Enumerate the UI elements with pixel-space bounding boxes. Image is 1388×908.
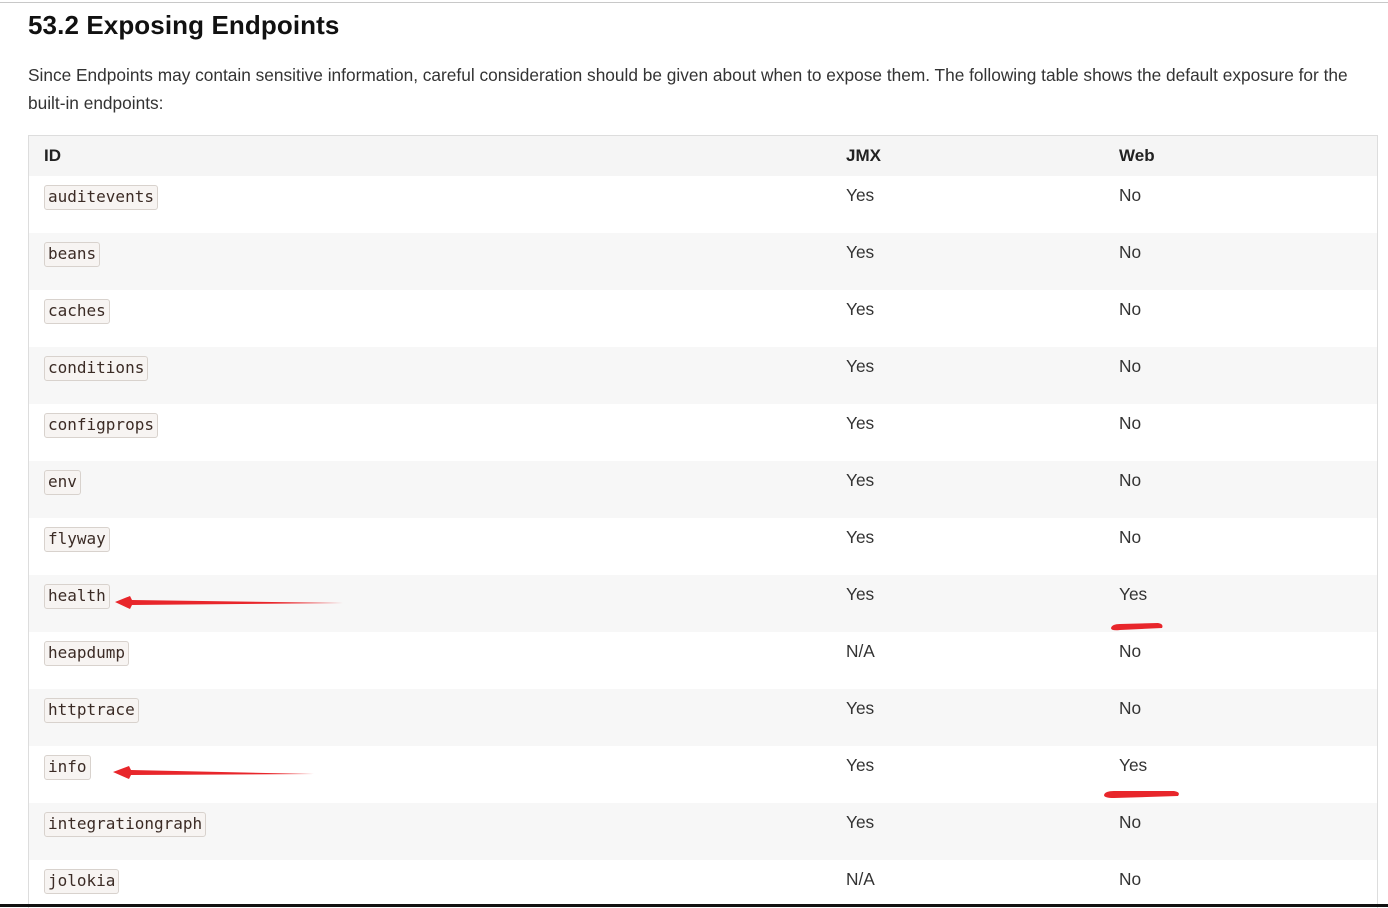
web-value: No	[1119, 869, 1142, 889]
endpoint-id: info	[44, 755, 91, 780]
jmx-value: Yes	[846, 698, 875, 718]
section-title: 53.2 Exposing Endpoints	[28, 10, 340, 40]
table-row: heapdump N/A No	[29, 632, 1377, 689]
jmx-value: N/A	[846, 869, 875, 889]
web-value: No	[1119, 527, 1142, 547]
header-jmx: JMX	[846, 146, 881, 165]
endpoints-table: ID JMX Web auditevents Yes No beans Yes …	[29, 136, 1377, 908]
web-value: No	[1119, 299, 1142, 319]
table-row: caches Yes No	[29, 290, 1377, 347]
jmx-value: N/A	[846, 641, 875, 661]
endpoint-id: httptrace	[44, 698, 139, 723]
endpoint-id: integrationgraph	[44, 812, 207, 837]
web-value: Yes	[1119, 584, 1148, 604]
table-row: conditions Yes No	[29, 347, 1377, 404]
endpoint-id: heapdump	[44, 641, 130, 666]
jmx-value: Yes	[846, 584, 875, 604]
endpoint-id: health	[44, 584, 110, 609]
table-row: beans Yes No	[29, 233, 1377, 290]
web-value: No	[1119, 356, 1142, 376]
jmx-value: Yes	[846, 755, 875, 775]
web-value: No	[1119, 698, 1142, 718]
web-value: Yes	[1119, 755, 1148, 775]
top-divider	[0, 2, 1388, 3]
jmx-value: Yes	[846, 242, 875, 262]
endpoints-table-container: ID JMX Web auditevents Yes No beans Yes …	[28, 135, 1378, 908]
web-value: No	[1119, 470, 1142, 490]
endpoint-id: flyway	[44, 527, 110, 552]
jmx-value: Yes	[846, 470, 875, 490]
table-row: health Yes Yes	[29, 575, 1377, 632]
table-row: env Yes No	[29, 461, 1377, 518]
header-web: Web	[1119, 146, 1155, 165]
table-row: jolokia N/A No	[29, 860, 1377, 908]
web-value: No	[1119, 641, 1142, 661]
endpoint-id: beans	[44, 242, 101, 267]
section-intro: Since Endpoints may contain sensitive in…	[28, 65, 1348, 113]
table-row: httptrace Yes No	[29, 689, 1377, 746]
jmx-value: Yes	[846, 413, 875, 433]
web-value: No	[1119, 413, 1142, 433]
endpoint-id: conditions	[44, 356, 149, 381]
endpoint-id: env	[44, 470, 81, 495]
table-row: info Yes Yes	[29, 746, 1377, 803]
table-row: integrationgraph Yes No	[29, 803, 1377, 860]
table-row: auditevents Yes No	[29, 176, 1377, 233]
endpoint-id: auditevents	[44, 185, 158, 210]
table-header-row: ID JMX Web	[29, 136, 1377, 176]
endpoint-id: caches	[44, 299, 110, 324]
web-value: No	[1119, 812, 1142, 832]
endpoint-id: jolokia	[44, 869, 120, 894]
jmx-value: Yes	[846, 185, 875, 205]
jmx-value: Yes	[846, 527, 875, 547]
web-value: No	[1119, 242, 1142, 262]
endpoint-id: configprops	[44, 413, 158, 438]
table-row: configprops Yes No	[29, 404, 1377, 461]
jmx-value: Yes	[846, 356, 875, 376]
web-value: No	[1119, 185, 1142, 205]
jmx-value: Yes	[846, 812, 875, 832]
table-row: flyway Yes No	[29, 518, 1377, 575]
header-id: ID	[44, 146, 61, 165]
jmx-value: Yes	[846, 299, 875, 319]
